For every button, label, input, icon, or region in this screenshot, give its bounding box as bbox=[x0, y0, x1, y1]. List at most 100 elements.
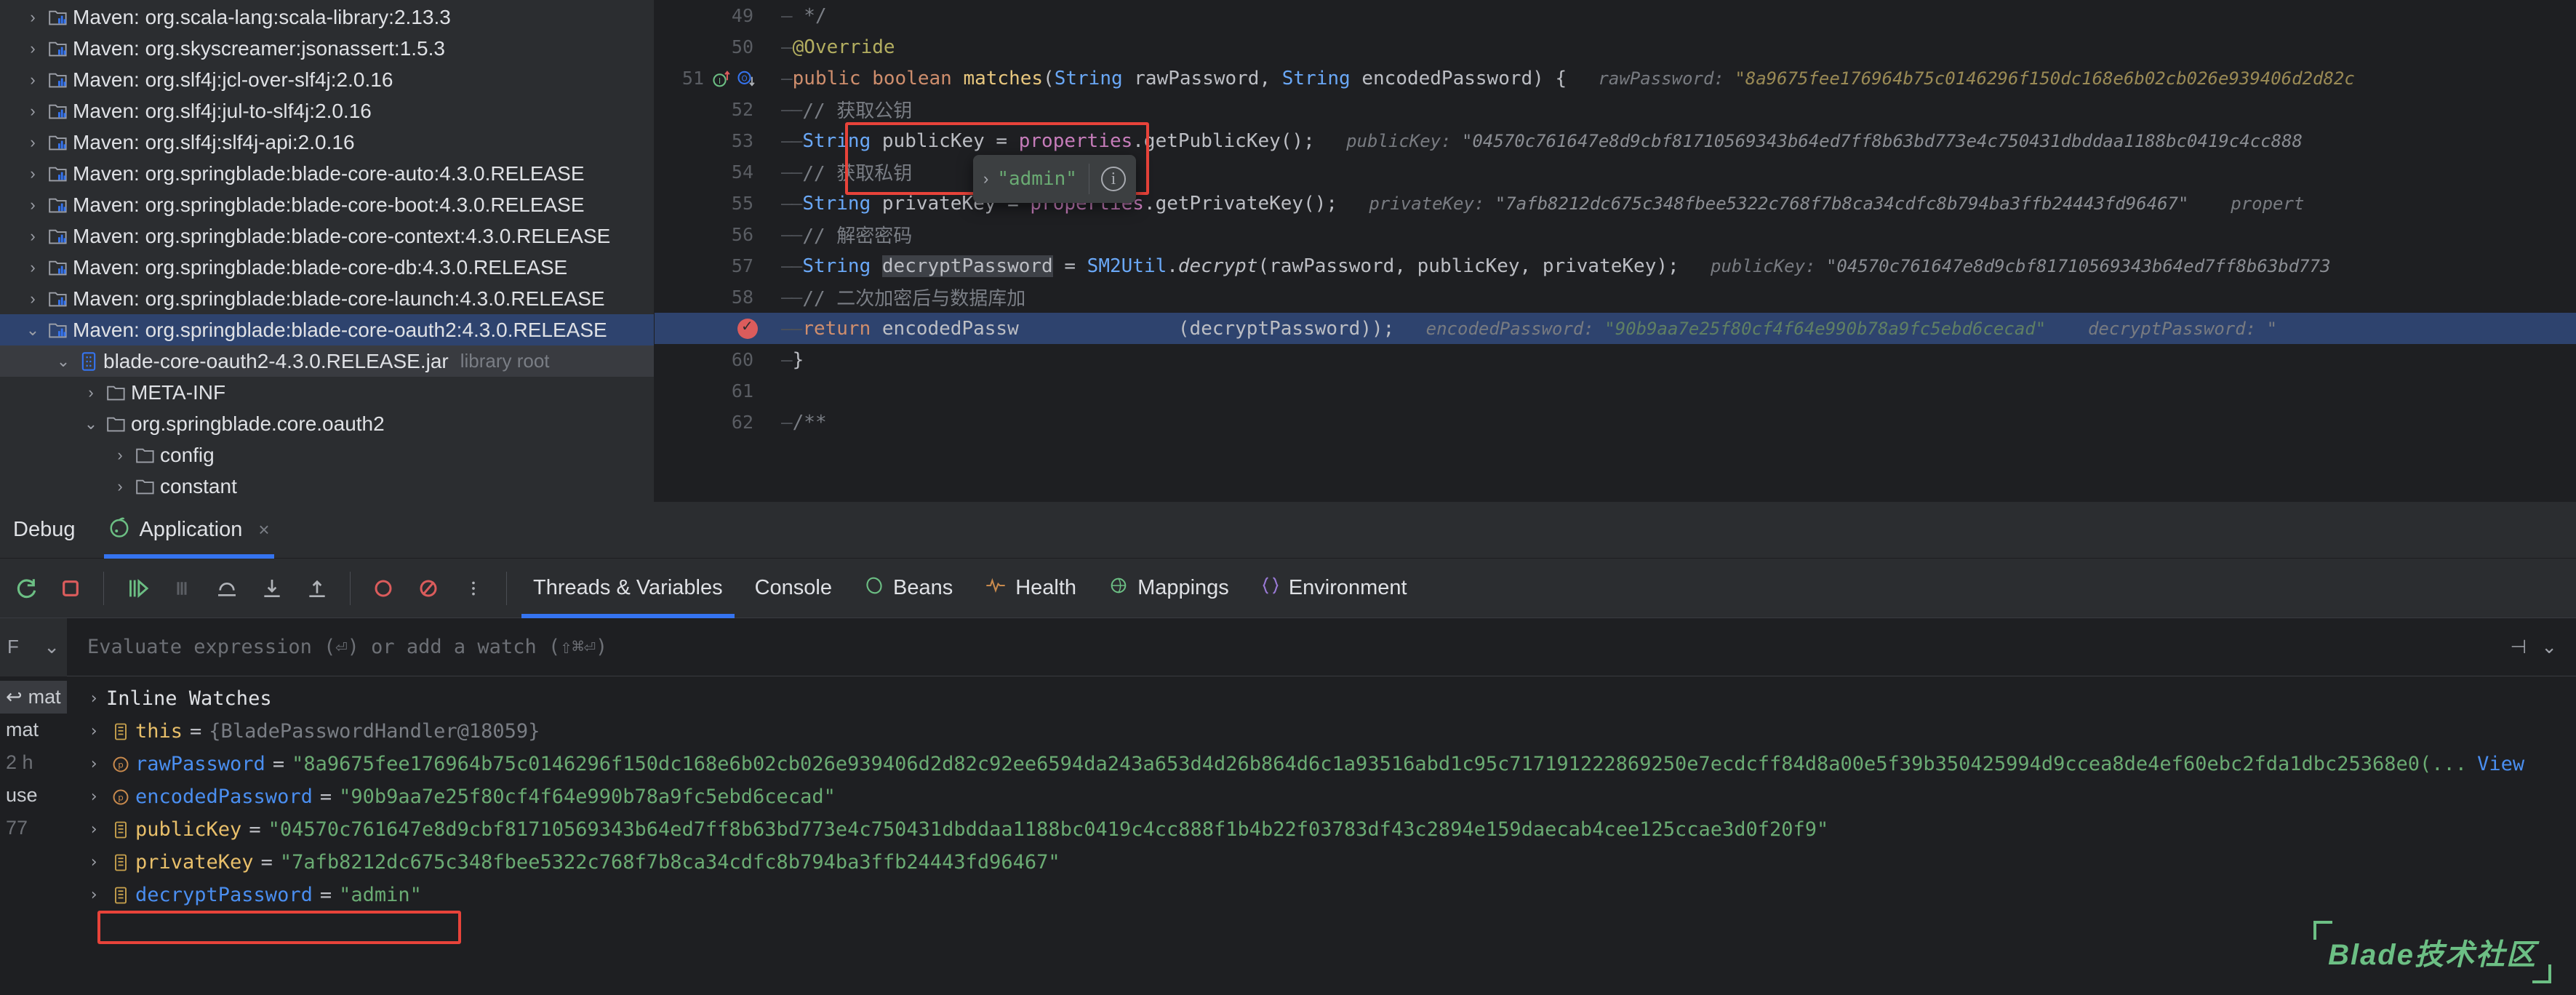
editor-line[interactable]: 49 — */ bbox=[655, 0, 2576, 31]
chevron-icon[interactable]: › bbox=[22, 71, 44, 89]
editor-line[interactable]: 55 —— String privateKey = properties .getP… bbox=[655, 188, 2576, 219]
pause-button[interactable] bbox=[161, 568, 202, 609]
chevron-icon[interactable]: › bbox=[109, 477, 131, 496]
code-line-content[interactable]: — /** bbox=[764, 407, 2576, 438]
code-line-content[interactable]: — } bbox=[764, 344, 2576, 375]
frame-item[interactable]: 2 h bbox=[0, 746, 67, 779]
chevron-icon[interactable]: › bbox=[81, 853, 106, 871]
code-line-content[interactable]: —— // 获取公钥 bbox=[764, 94, 2576, 125]
chevron-icon[interactable]: › bbox=[22, 164, 44, 183]
chevron-icon[interactable]: › bbox=[81, 820, 106, 839]
info-icon[interactable]: i bbox=[1100, 167, 1126, 191]
rerun-button[interactable] bbox=[5, 568, 46, 609]
chevron-icon[interactable]: › bbox=[81, 886, 106, 904]
tree-row[interactable]: ⌄ blade-core-oauth2-4.3.0.RELEASE.jar lib… bbox=[0, 345, 654, 377]
variable-row[interactable]: › privateKey = "7afb8212dc675c348fbee5322c… bbox=[67, 846, 2576, 879]
chevron-icon[interactable]: › bbox=[22, 196, 44, 215]
frame-item[interactable]: 77 bbox=[0, 812, 67, 844]
editor-line[interactable]: 57 —— String decryptPassword = SM2Util. de… bbox=[655, 250, 2576, 281]
tree-row[interactable]: › Maven: org.scala-lang:scala-library:2.… bbox=[0, 1, 654, 33]
chevron-icon[interactable]: › bbox=[22, 133, 44, 152]
editor-line[interactable]: 56 —— // 解密密码 bbox=[655, 219, 2576, 250]
tree-row[interactable]: › Maven: org.springblade:blade-core-boot… bbox=[0, 189, 654, 220]
code-line-content[interactable]: — */ bbox=[764, 0, 2576, 31]
editor-line[interactable]: 62 — /** bbox=[655, 407, 2576, 438]
view-value-link[interactable]: View bbox=[2477, 753, 2524, 775]
sub-tab-health[interactable]: Health bbox=[969, 559, 1092, 618]
editor-line[interactable]: 58 —— // 二次加密后与数据库加 bbox=[655, 281, 2576, 313]
tree-row[interactable]: › Maven: org.springblade:blade-core-auto… bbox=[0, 158, 654, 189]
tree-row[interactable]: › Maven: org.slf4j:jcl-over-slf4j:2.0.16 bbox=[0, 64, 654, 95]
variable-row[interactable]: › decryptPassword = "admin" bbox=[67, 879, 2576, 911]
step-over-button[interactable] bbox=[207, 568, 247, 609]
editor-line[interactable]: 53 —— String publicKey = properties .getPu… bbox=[655, 125, 2576, 156]
stop-button[interactable] bbox=[50, 568, 91, 609]
chevron-icon[interactable]: ⌄ bbox=[52, 352, 74, 371]
chevron-icon[interactable]: › bbox=[22, 258, 44, 277]
sub-tab-mappings[interactable]: Mappings bbox=[1092, 559, 1245, 618]
chevron-icon[interactable]: › bbox=[22, 8, 44, 27]
frame-item[interactable]: use bbox=[0, 779, 67, 812]
more-options-button[interactable] bbox=[453, 568, 494, 609]
variable-row[interactable]: › p rawPassword = "8a9675fee176964b75c0146… bbox=[67, 748, 2576, 780]
chevron-icon[interactable]: ⌄ bbox=[80, 415, 102, 433]
add-watch-icon[interactable]: ⊣ bbox=[2511, 636, 2527, 658]
chevron-icon[interactable]: › bbox=[81, 755, 106, 773]
editor-gutter[interactable]: 51 I O bbox=[655, 63, 764, 94]
tree-row[interactable]: › Maven: org.slf4j:slf4j-api:2.0.16 bbox=[0, 127, 654, 158]
variable-row[interactable]: › publicKey = "04570c761647e8d9cbf81710569… bbox=[67, 813, 2576, 846]
tree-row[interactable]: ⌄ Maven: org.springblade:blade-core-oaut… bbox=[0, 314, 654, 345]
variables-group[interactable]: › Inline Watches bbox=[67, 682, 2576, 715]
step-out-button[interactable] bbox=[297, 568, 337, 609]
mute-breakpoints-button[interactable] bbox=[408, 568, 449, 609]
chevron-icon[interactable]: › bbox=[80, 383, 102, 402]
code-line-content[interactable]: —— // 二次加密后与数据库加 bbox=[764, 281, 2576, 313]
breakpoint-icon[interactable] bbox=[737, 317, 758, 339]
frame-item[interactable]: mat bbox=[0, 714, 67, 746]
sub-tab-threads-variables[interactable]: Threads & Variables bbox=[517, 559, 739, 618]
chevron-icon[interactable]: › bbox=[22, 39, 44, 58]
editor-line[interactable]: —— return encodedPassw (decryptPassword)… bbox=[655, 313, 2576, 344]
tab-application[interactable]: Application × bbox=[94, 502, 284, 559]
step-into-button[interactable] bbox=[252, 568, 292, 609]
value-tooltip[interactable]: › "admin" i bbox=[973, 155, 1136, 203]
editor-gutter[interactable]: 52 bbox=[655, 94, 764, 125]
chevron-icon[interactable]: › bbox=[81, 788, 106, 806]
tree-row[interactable]: › Maven: org.skyscreamer:jsonassert:1.5.… bbox=[0, 33, 654, 64]
editor-gutter[interactable]: 49 bbox=[655, 0, 764, 31]
chevron-icon[interactable]: ⌄ bbox=[22, 321, 44, 340]
collapse-icon[interactable]: ⌄ bbox=[2541, 636, 2557, 658]
tree-row[interactable]: › config bbox=[0, 439, 654, 471]
editor-gutter[interactable] bbox=[655, 313, 764, 344]
code-line-content[interactable]: —— // 解密密码 bbox=[764, 219, 2576, 250]
tree-row[interactable]: ⌄ org.springblade.core.oauth2 bbox=[0, 408, 654, 439]
code-line-content[interactable]: —— String decryptPassword = SM2Util. decr… bbox=[764, 250, 2576, 281]
code-line-content[interactable] bbox=[764, 375, 2576, 407]
editor-gutter[interactable]: 50 bbox=[655, 31, 764, 63]
code-line-content[interactable]: —— String publicKey = properties .getPubl… bbox=[764, 125, 2576, 156]
code-editor[interactable]: › "admin" i 49— */50— @Override 51 I O — … bbox=[655, 0, 2576, 502]
code-line-content[interactable]: — @Override bbox=[764, 31, 2576, 63]
sub-tab-environment[interactable]: Environment bbox=[1245, 559, 1423, 618]
tree-row[interactable]: › Maven: org.springblade:blade-core-cont… bbox=[0, 220, 654, 252]
editor-gutter[interactable]: 62 bbox=[655, 407, 764, 438]
editor-gutter[interactable]: 53 bbox=[655, 125, 764, 156]
chevron-icon[interactable]: › bbox=[22, 289, 44, 308]
frames-list[interactable]: ↩ mat mat 2 h use 77 bbox=[0, 676, 67, 995]
editor-line[interactable]: 61 bbox=[655, 375, 2576, 407]
editor-line[interactable]: 50 — @Override bbox=[655, 31, 2576, 63]
editor-gutter[interactable]: 60 bbox=[655, 344, 764, 375]
tree-row[interactable]: › Maven: org.springblade:blade-core-db:4… bbox=[0, 252, 654, 283]
editor-gutter[interactable]: 54 bbox=[655, 156, 764, 188]
frames-header[interactable]: F ⌄ bbox=[0, 618, 67, 676]
evaluate-expression-input[interactable]: Evaluate expression (⏎) or add a watch (… bbox=[67, 618, 2489, 676]
chevron-down-icon[interactable]: ⌄ bbox=[44, 636, 60, 658]
editor-gutter[interactable]: 61 bbox=[655, 375, 764, 407]
frame-item[interactable]: ↩ mat bbox=[0, 681, 67, 714]
project-tree[interactable]: › Maven: org.scala-lang:scala-library:2.… bbox=[0, 0, 655, 502]
editor-gutter[interactable]: 58 bbox=[655, 281, 764, 313]
editor-gutter[interactable]: 56 bbox=[655, 219, 764, 250]
chevron-icon[interactable]: › bbox=[81, 722, 106, 740]
tree-row[interactable]: › constant bbox=[0, 471, 654, 502]
editor-line[interactable]: 60 — } bbox=[655, 344, 2576, 375]
